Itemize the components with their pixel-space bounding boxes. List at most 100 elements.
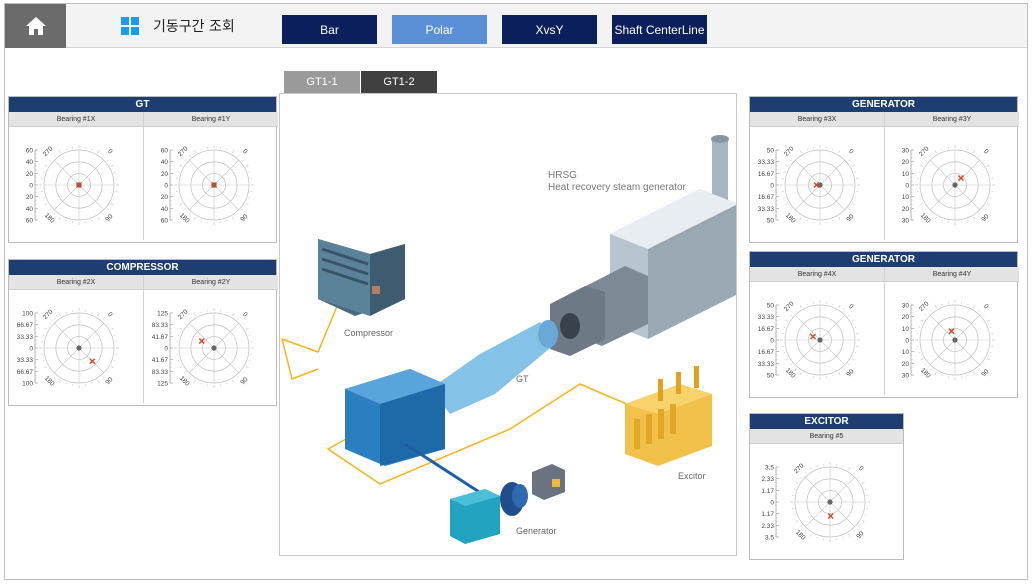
nav-shaft-centerline-button[interactable]: Shaft CenterLine bbox=[612, 15, 707, 44]
axis-tick-label: 66.67 bbox=[17, 369, 34, 376]
axis-tick-label: 16.67 bbox=[758, 194, 775, 201]
angle-label: 90 bbox=[845, 368, 855, 378]
center-point bbox=[211, 345, 217, 351]
axis-tick-label: 33.33 bbox=[758, 206, 775, 213]
hrsg-unit bbox=[550, 135, 736, 356]
unit-tabs: GT1-1 GT1-2 bbox=[284, 71, 438, 93]
axis-tick-label: 10 bbox=[902, 171, 910, 178]
angle-label: 0 bbox=[241, 148, 249, 156]
nav-bar-button[interactable]: Bar bbox=[282, 15, 377, 44]
axis-tick-label: 33.33 bbox=[17, 334, 34, 341]
angle-label: 180 bbox=[43, 375, 56, 388]
axis-tick-label: 125 bbox=[157, 311, 168, 318]
polar-cell: Bearing #4X 50 33.33 16.67 0 16.67 33.33 50 0 27… bbox=[750, 267, 885, 395]
panel-generator-1-title: GENERATOR bbox=[750, 97, 1017, 112]
nav-xvsy-button[interactable]: XvsY bbox=[502, 15, 597, 44]
angle-label: 90 bbox=[239, 213, 249, 223]
axis-tick-label: 0 bbox=[905, 183, 909, 190]
axis-tick-label: 20 bbox=[161, 194, 169, 201]
axis-tick-label: 2.33 bbox=[761, 523, 774, 530]
axis-tick-label: 83.33 bbox=[152, 322, 169, 329]
plant-diagram: HRSG Heat recovery steam generator Compr… bbox=[279, 93, 737, 556]
axis-tick-label: 20 bbox=[26, 171, 34, 178]
vibration-marker bbox=[827, 513, 834, 519]
angle-label: 0 bbox=[106, 311, 114, 319]
home-button[interactable] bbox=[5, 4, 66, 48]
gt-label: GT bbox=[516, 374, 529, 384]
axis-tick-label: 20 bbox=[161, 171, 169, 178]
angle-label: 270 bbox=[783, 300, 796, 313]
center-point bbox=[817, 337, 823, 343]
polar-cell: Bearing #1Y 60 40 20 0 20 40 60 0 270 180 90 bbox=[144, 112, 278, 240]
polar-plot: 60 40 20 0 20 40 60 0 270 180 90 bbox=[26, 145, 119, 225]
top-bar: 기동구간 조회 Bar Polar XvsY Shaft CenterLine bbox=[5, 4, 1027, 48]
angle-label: 90 bbox=[104, 213, 114, 223]
axis-tick-label: 16.67 bbox=[758, 171, 775, 178]
axis-tick-label: 1.17 bbox=[761, 488, 774, 495]
axis-tick-label: 3.5 bbox=[765, 465, 774, 472]
excitor-unit bbox=[625, 366, 712, 466]
axis-tick-label: 20 bbox=[902, 159, 910, 166]
angle-label: 270 bbox=[42, 145, 55, 158]
polar-plot: 50 33.33 16.67 0 16.67 33.33 50 0 270 180 90 bbox=[758, 145, 860, 225]
vibration-marker bbox=[948, 328, 955, 335]
excitor-label: Excitor bbox=[678, 471, 706, 481]
angle-label: 180 bbox=[919, 367, 932, 380]
polar-cell: Bearing #2X 100 66.67 33.33 0 33.33 66.67 100 0… bbox=[9, 275, 144, 403]
vibration-marker bbox=[198, 338, 205, 344]
tab-gt1-1[interactable]: GT1-1 bbox=[284, 71, 360, 93]
axis-tick-label: 50 bbox=[767, 303, 775, 310]
panel-generator-1: GENERATOR Bearing #3X 50 33.33 16.67 0 16.67… bbox=[749, 96, 1019, 243]
angle-label: 180 bbox=[178, 212, 191, 225]
panel-compressor-title: COMPRESSOR bbox=[9, 260, 276, 275]
axis-tick-label: 10 bbox=[902, 194, 910, 201]
center-point bbox=[827, 499, 833, 505]
angle-label: 270 bbox=[918, 300, 931, 313]
angle-label: 0 bbox=[847, 148, 855, 156]
axis-tick-label: 30 bbox=[902, 218, 910, 225]
panel-gt: GT Bearing #1X 60 40 20 0 20 40 60 0 270 180 90 Be… bbox=[8, 96, 278, 243]
axis-tick-label: 33.33 bbox=[17, 357, 34, 364]
bearing-label: Bearing #4Y bbox=[885, 267, 1019, 282]
angle-label: 270 bbox=[177, 308, 190, 321]
center-point bbox=[952, 182, 958, 188]
axis-tick-label: 0 bbox=[29, 346, 33, 353]
polar-cell: Bearing #3X 50 33.33 16.67 0 16.67 33.33 50 0 27… bbox=[750, 112, 885, 240]
axis-tick-label: 0 bbox=[164, 183, 168, 190]
polar-plot: 30 20 10 0 10 20 30 0 270 180 90 bbox=[902, 145, 995, 225]
axis-tick-label: 40 bbox=[26, 206, 34, 213]
axis-tick-label: 50 bbox=[767, 218, 775, 225]
axis-tick-label: 20 bbox=[26, 194, 34, 201]
bearing-label: Bearing #3X bbox=[750, 112, 884, 127]
axis-tick-label: 30 bbox=[902, 303, 910, 310]
hrsg-sub-label: Heat recovery steam generator bbox=[548, 182, 687, 193]
bearing-label: Bearing #1X bbox=[9, 112, 143, 127]
axis-tick-label: 40 bbox=[161, 159, 169, 166]
center-point bbox=[76, 345, 82, 351]
axis-tick-label: 0 bbox=[770, 338, 774, 345]
angle-label: 0 bbox=[982, 303, 990, 311]
axis-tick-label: 33.33 bbox=[758, 314, 775, 321]
angle-label: 180 bbox=[784, 367, 797, 380]
angle-label: 0 bbox=[241, 311, 249, 319]
polar-plot: 3.5 2.33 1.17 0 1.17 2.33 3.5 0 270 180 90 bbox=[761, 462, 870, 542]
axis-tick-label: 60 bbox=[161, 148, 169, 155]
angle-label: 270 bbox=[918, 145, 931, 158]
angle-label: 180 bbox=[794, 529, 807, 542]
nav-polar-button[interactable]: Polar bbox=[392, 15, 487, 44]
axis-tick-label: 33.33 bbox=[758, 159, 775, 166]
axis-tick-label: 33.33 bbox=[758, 361, 775, 368]
angle-label: 0 bbox=[982, 148, 990, 156]
angle-label: 90 bbox=[855, 530, 865, 540]
axis-tick-label: 10 bbox=[902, 326, 910, 333]
page-title: 기동구간 조회 bbox=[153, 19, 235, 35]
axis-tick-label: 125 bbox=[157, 381, 168, 388]
page-title-group: 기동구간 조회 bbox=[121, 16, 235, 36]
angle-label: 180 bbox=[784, 212, 797, 225]
angle-label: 90 bbox=[980, 368, 990, 378]
axis-tick-label: 0 bbox=[905, 338, 909, 345]
axis-tick-label: 60 bbox=[161, 218, 169, 225]
angle-label: 180 bbox=[178, 375, 191, 388]
axis-tick-label: 20 bbox=[902, 314, 910, 321]
tab-gt1-2[interactable]: GT1-2 bbox=[361, 71, 437, 93]
